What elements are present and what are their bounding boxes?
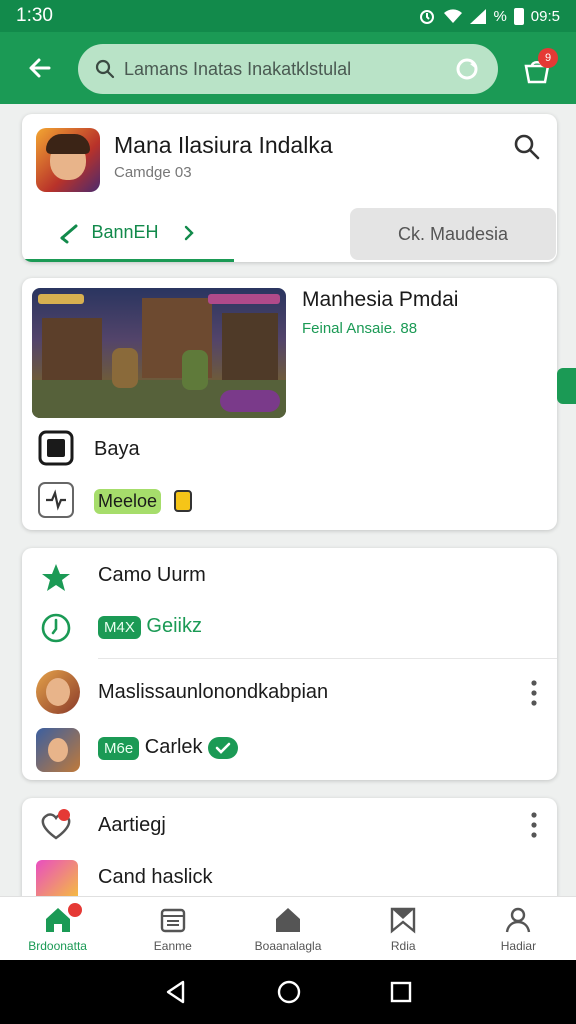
thumbnail-hair — [46, 134, 90, 154]
tab-active[interactable]: BannEH — [22, 206, 234, 262]
signal-icon — [470, 8, 487, 24]
check-mark — [215, 742, 231, 754]
list-item-label[interactable]: Aartiegj — [98, 814, 166, 837]
game-title: Mana Ilasiura Indalka — [114, 132, 333, 158]
search-icon[interactable] — [512, 132, 542, 162]
avatar[interactable] — [36, 670, 80, 714]
home-circle-icon[interactable] — [276, 979, 302, 1005]
list-item-row[interactable]: M4X Geiikz — [98, 615, 202, 639]
status-icons: % 09:5 — [418, 7, 560, 25]
detail-subtitle: Feinal Ansaie. 88 — [302, 320, 418, 337]
search-icon — [95, 59, 115, 79]
meeloe-pill: Meeloe — [94, 489, 162, 514]
row-label-meeloe: Meeloe — [94, 489, 162, 514]
list-item-label[interactable]: Camo Uurm — [98, 564, 206, 587]
alarm-icon — [420, 10, 435, 24]
status-clock-right: 09:5 — [530, 7, 560, 25]
list-item-label: Carlek — [144, 736, 203, 758]
chevron-right-icon — [184, 225, 194, 240]
row-label-baya: Baya — [94, 438, 140, 460]
bottom-navigation: Brdoonatta Eanme Boaanalagla Rdia Hadiar — [0, 896, 576, 960]
battery-percent: % — [493, 7, 507, 25]
search-input[interactable]: Lamans Inatas Inakatklstulal — [78, 44, 498, 94]
calendar-icon — [160, 908, 185, 932]
banner-hud-button — [220, 390, 280, 412]
banner-building — [42, 318, 102, 388]
person-icon — [506, 907, 531, 932]
check-icon — [60, 224, 78, 243]
notification-badge: 9 — [538, 48, 558, 68]
list-item-label[interactable]: Cand haslick — [98, 866, 213, 889]
warning-icon — [174, 490, 192, 512]
tab-active-label: BannEH — [91, 222, 159, 242]
side-drawer-handle[interactable] — [557, 368, 576, 404]
nav-item-hadiar[interactable]: Hadiar — [461, 897, 576, 960]
wifi-icon — [444, 9, 463, 23]
square-icon[interactable] — [38, 430, 74, 466]
bookmark-icon — [391, 907, 416, 934]
avatar[interactable] — [36, 728, 80, 772]
list-tag: M4X — [98, 616, 141, 639]
refresh-icon[interactable] — [452, 54, 482, 84]
list-card: Camo Uurm M4X Geiikz Maslissaunlonondkab… — [22, 548, 557, 780]
system-navigation-bar — [0, 960, 576, 1024]
status-time: 1:30 — [16, 5, 53, 26]
detail-card: Manhesia Pmdai Feinal Ansaie. 88 Baya Me… — [22, 278, 557, 530]
list-tag: M6e — [98, 737, 140, 760]
list-item-label[interactable]: Maslissaunlonondkabpian — [98, 681, 328, 704]
game-header-card: Mana Ilasiura Indalka Camdge 03 BannEH C… — [22, 114, 557, 262]
avatar-face — [46, 678, 70, 706]
list-item-row[interactable]: M6e Carlek — [98, 736, 239, 760]
arrow-left-icon — [29, 58, 51, 78]
more-vertical-icon[interactable] — [528, 678, 540, 708]
search-text: Lamans Inatas Inakatklstulal — [124, 58, 352, 79]
detail-title: Manhesia Pmdai — [302, 288, 459, 311]
nav-label: Brdoonatta — [28, 938, 87, 953]
game-subtitle: Camdge 03 — [114, 164, 192, 181]
list-item-label: Geiikz — [146, 615, 202, 637]
nav-item-boaanalagla[interactable]: Boaanalagla — [230, 897, 345, 960]
nav-label: Boaanalagla — [254, 938, 322, 953]
notification-button[interactable]: 9 — [518, 48, 558, 88]
heart-icon — [41, 809, 71, 840]
nav-item-eanme[interactable]: Eanme — [115, 897, 230, 960]
waveform-icon[interactable] — [38, 482, 74, 518]
status-bar: 1:30 % 09:5 — [0, 0, 576, 32]
divider — [98, 658, 557, 659]
back-triangle-icon[interactable] — [163, 979, 189, 1005]
nav-label: Hadiar — [500, 938, 537, 953]
avatar-face — [48, 738, 68, 762]
banner-hud — [208, 294, 280, 304]
more-vertical-icon[interactable] — [528, 810, 540, 840]
house-icon — [276, 907, 300, 932]
nav-badge — [68, 903, 82, 917]
recents-square-icon[interactable] — [389, 980, 413, 1004]
game-banner-image[interactable] — [32, 288, 286, 418]
banner-hud — [38, 294, 84, 304]
app-bar: Lamans Inatas Inakatklstulal 9 — [0, 32, 576, 104]
nav-label: Rdia — [390, 938, 416, 953]
nav-label: Eanme — [153, 938, 192, 953]
nav-item-rdia[interactable]: Rdia — [346, 897, 461, 960]
nav-item-home[interactable]: Brdoonatta — [0, 897, 115, 960]
game-thumbnail[interactable] — [36, 128, 100, 192]
back-button[interactable] — [22, 50, 58, 86]
banner-character — [182, 350, 208, 390]
star-icon — [42, 564, 70, 591]
tab-inactive[interactable]: Ck. Maudesia — [350, 208, 556, 260]
banner-character — [112, 348, 138, 388]
battery-icon — [513, 7, 524, 25]
check-icon — [208, 736, 239, 759]
banner-building — [222, 313, 278, 383]
clock-icon — [41, 613, 71, 643]
